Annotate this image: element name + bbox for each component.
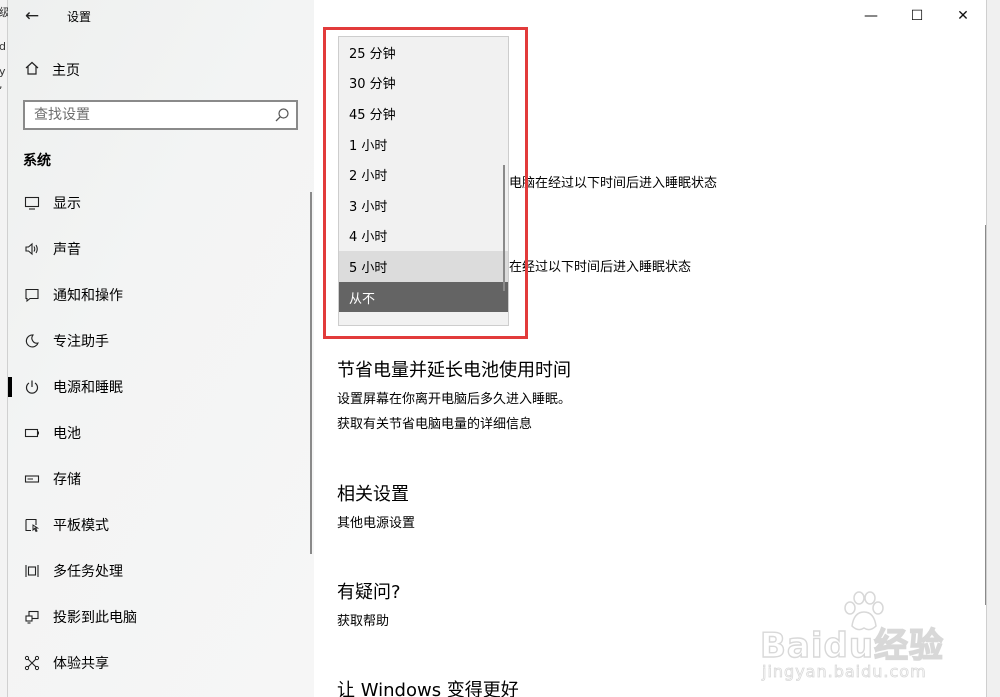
sidebar-item-label: 电池 <box>53 426 81 442</box>
close-icon: ✕ <box>957 8 969 24</box>
get-help-link[interactable]: 获取帮助 <box>337 610 389 629</box>
search-input[interactable] <box>25 102 255 128</box>
back-arrow-icon: ← <box>24 6 40 26</box>
sidebar-item-battery[interactable]: 电池 <box>8 410 314 456</box>
watermark-brand: Baidu经验 <box>759 625 945 666</box>
sidebar-item-label: 显示 <box>53 196 81 212</box>
sidebar-item-project-to-pc[interactable]: 投影到此电脑 <box>8 594 314 640</box>
help-title: 有疑问? <box>337 582 401 603</box>
background-window-strip-right <box>986 0 1000 697</box>
power-icon <box>22 378 42 396</box>
dropdown-option[interactable]: 4 小时 <box>339 221 508 252</box>
dropdown-option[interactable]: 45 分钟 <box>339 98 508 129</box>
feedback-title: 让 Windows 变得更好 <box>337 680 519 697</box>
section-title: 系统 <box>23 153 51 169</box>
sidebar-item-display[interactable]: 显示 <box>8 180 314 226</box>
sidebar-item-focus-assist[interactable]: 专注助手 <box>8 318 314 364</box>
share-icon <box>22 654 42 672</box>
sidebar-item-label: 声音 <box>53 242 81 258</box>
nav-list: 显示 声音 通知和操作 专注助手 电源和睡眠 电池 存储 平板模式 多任务处理 … <box>8 180 314 686</box>
sidebar-item-label: 存储 <box>53 472 81 488</box>
multitask-icon <box>22 562 42 580</box>
save-power-description: 设置屏幕在你离开电脑后多久进入睡眠。 <box>337 392 572 407</box>
back-button[interactable]: ← <box>22 6 42 26</box>
sleep-battery-label: 在经过以下时间后进入睡眠状态 <box>509 260 692 275</box>
monitor-icon <box>22 194 42 212</box>
dropdown-scrollbar[interactable] <box>503 165 505 291</box>
search-box[interactable] <box>23 100 298 130</box>
minimize-button[interactable]: — <box>848 0 894 32</box>
title-bar: ← 设置 <box>8 0 314 32</box>
background-text: d <box>0 40 6 53</box>
sidebar-item-label: 体验共享 <box>53 656 109 672</box>
save-power-link[interactable]: 获取有关节省电脑电量的详细信息 <box>337 413 532 432</box>
sidebar-item-sound[interactable]: 声音 <box>8 226 314 272</box>
dropdown-option[interactable]: 1 小时 <box>339 129 508 160</box>
speaker-icon <box>22 240 42 258</box>
sleep-plugged-label: 电脑在经过以下时间后进入睡眠状态 <box>509 176 718 191</box>
window-title: 设置 <box>67 10 92 24</box>
moon-icon <box>22 332 42 350</box>
other-power-settings-link[interactable]: 其他电源设置 <box>337 512 415 531</box>
sidebar: ← 设置 主页 系统 显示 声音 <box>8 0 314 697</box>
sidebar-item-tablet-mode[interactable]: 平板模式 <box>8 502 314 548</box>
sidebar-item-label: 专注助手 <box>53 334 109 350</box>
sidebar-item-storage[interactable]: 存储 <box>8 456 314 502</box>
sidebar-item-notifications[interactable]: 通知和操作 <box>8 272 314 318</box>
battery-icon <box>22 424 42 442</box>
sidebar-item-label: 投影到此电脑 <box>53 610 137 626</box>
dropdown-option[interactable]: 2 小时 <box>339 159 508 190</box>
minimize-icon: — <box>864 8 878 24</box>
background-window-strip: 级 d y , <box>0 0 10 697</box>
maximize-icon: ☐ <box>910 8 924 24</box>
save-power-title: 节省电量并延长电池使用时间 <box>337 360 571 381</box>
search-icon[interactable] <box>274 107 290 123</box>
home-icon <box>22 60 42 80</box>
home-label: 主页 <box>52 63 80 79</box>
watermark-site: jingyan.baidu.com <box>762 662 927 682</box>
dropdown-option[interactable]: 3 小时 <box>339 190 508 221</box>
close-button[interactable]: ✕ <box>940 0 986 32</box>
project-icon <box>22 608 42 626</box>
related-settings-title: 相关设置 <box>337 484 409 505</box>
sidebar-item-label: 平板模式 <box>53 518 109 534</box>
sidebar-item-multitasking[interactable]: 多任务处理 <box>8 548 314 594</box>
sidebar-item-label: 通知和操作 <box>53 288 123 304</box>
sidebar-item-label: 电源和睡眠 <box>53 380 123 396</box>
sidebar-item-shared-experiences[interactable]: 体验共享 <box>8 640 314 686</box>
sidebar-item-power-sleep[interactable]: 电源和睡眠 <box>8 364 314 410</box>
dropdown-option[interactable]: 30 分钟 <box>339 68 508 99</box>
tablet-mode-icon <box>22 516 42 534</box>
sleep-time-dropdown[interactable]: 25 分钟 30 分钟 45 分钟 1 小时 2 小时 3 小时 4 小时 5 … <box>338 36 509 326</box>
baidu-watermark: Baidu经验 jingyan.baidu.com <box>759 590 960 682</box>
home-nav-item[interactable]: 主页 <box>22 58 80 82</box>
storage-icon <box>22 470 42 488</box>
dropdown-option-hovered[interactable]: 5 小时 <box>339 251 508 282</box>
sidebar-item-label: 多任务处理 <box>53 564 123 580</box>
sidebar-scrollbar[interactable] <box>310 192 312 554</box>
dropdown-option[interactable]: 25 分钟 <box>339 37 508 68</box>
caption-buttons: — ☐ ✕ <box>848 0 986 32</box>
maximize-button[interactable]: ☐ <box>894 0 940 32</box>
background-text: y , <box>0 65 6 91</box>
dropdown-option-selected[interactable]: 从不 <box>339 281 508 313</box>
notification-icon <box>22 286 42 304</box>
